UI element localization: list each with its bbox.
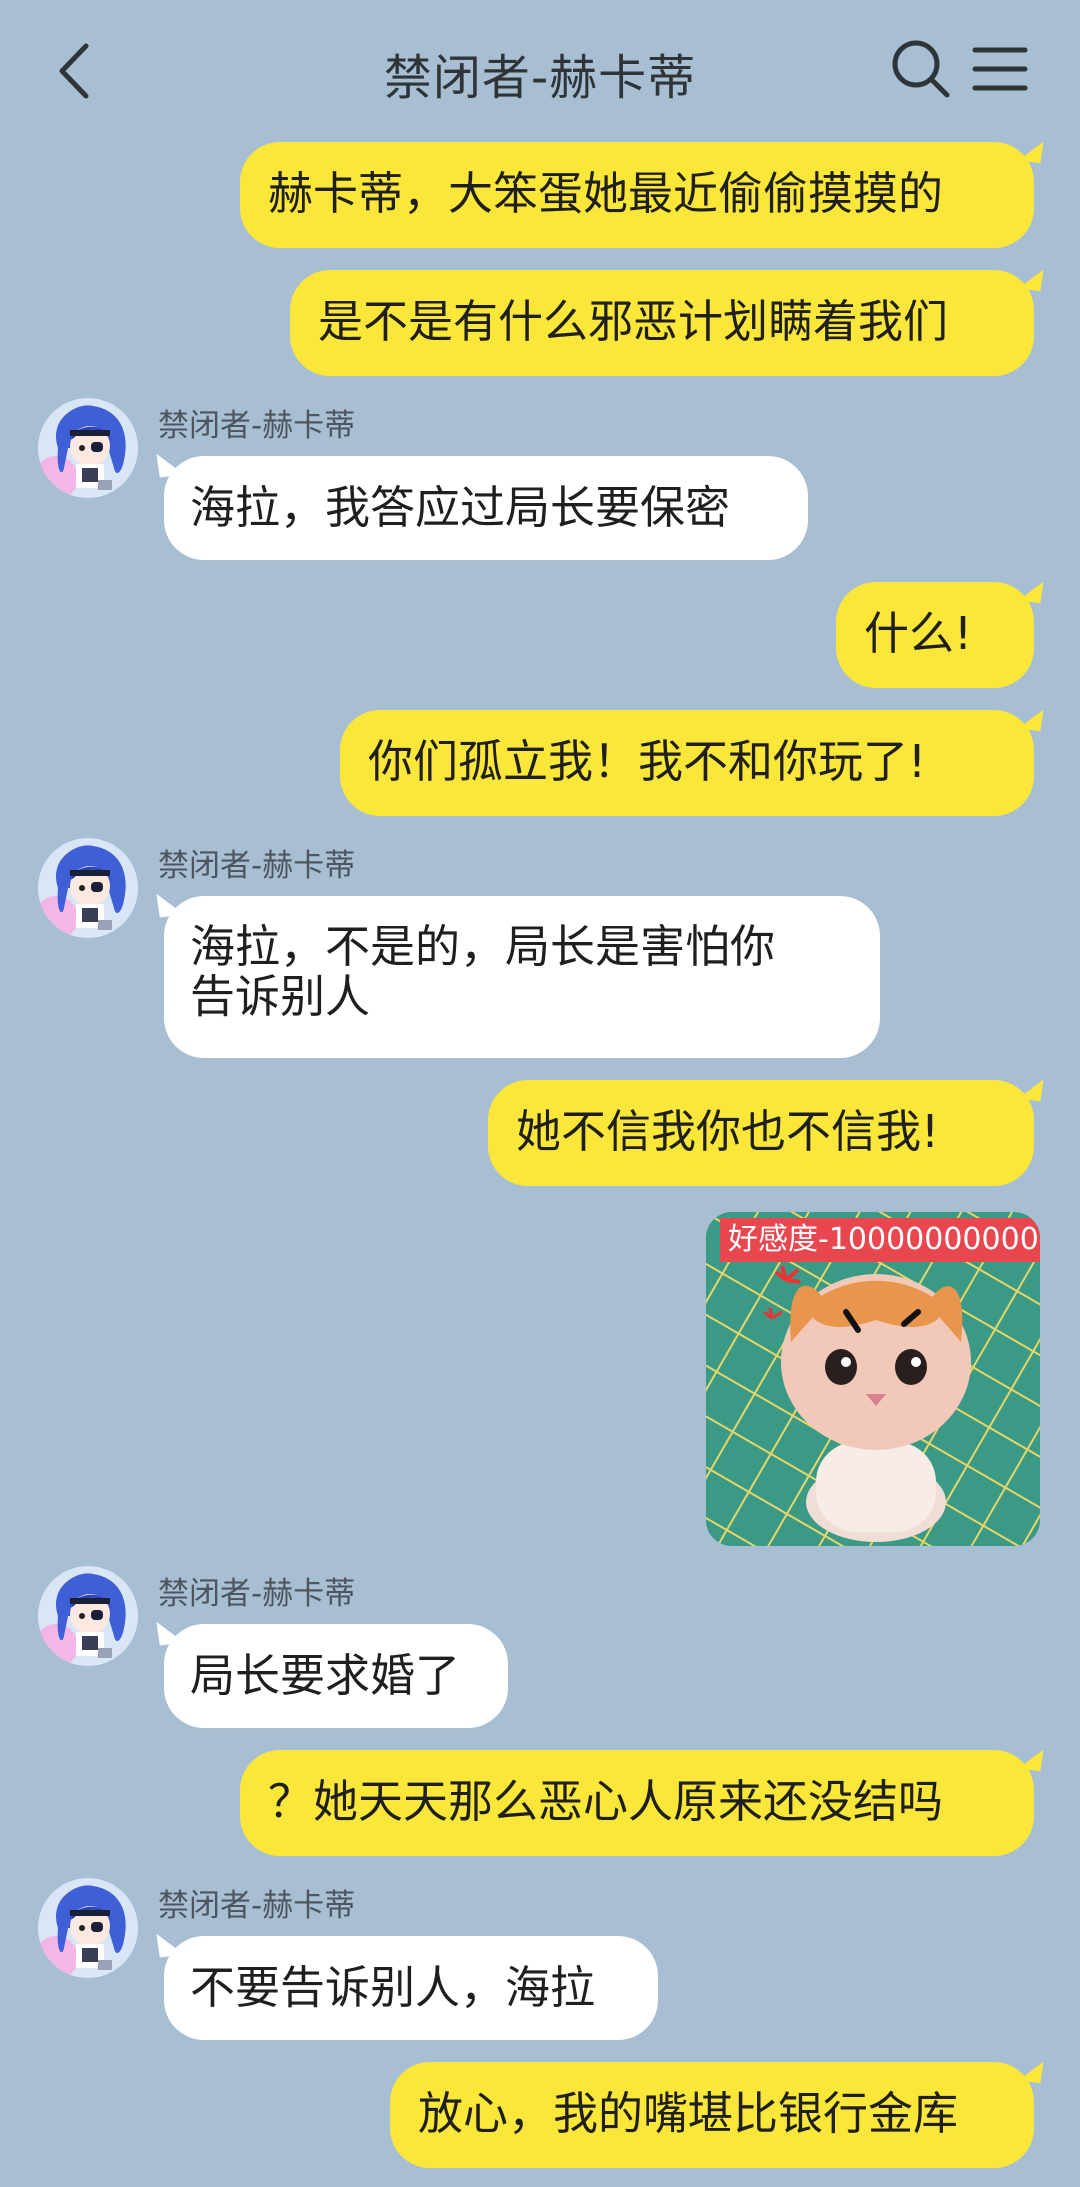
- outgoing-message[interactable]: ？她天天那么恶心人原来还没结吗: [240, 1750, 1034, 1856]
- outgoing-message[interactable]: 什么!: [836, 582, 1034, 688]
- avatar[interactable]: [38, 1566, 138, 1666]
- sender-name: 禁闭者-赫卡蒂: [158, 1576, 356, 1612]
- sticker-message[interactable]: 好感度-10000000000: [706, 1212, 1040, 1546]
- message-text: 你们孤立我！我不和你玩了!: [368, 735, 927, 788]
- message-text: 局长要求婚了: [190, 1649, 461, 1702]
- menu-icon: [972, 47, 1028, 91]
- outgoing-message[interactable]: 你们孤立我！我不和你玩了!: [340, 710, 1034, 816]
- avatar[interactable]: [38, 838, 138, 938]
- sticker-caption: 好感度-10000000000: [720, 1218, 1040, 1262]
- incoming-message[interactable]: 局长要求婚了: [164, 1624, 508, 1728]
- message-text: 海拉，我答应过局长要保密: [190, 481, 731, 534]
- message-text-line-1: 海拉，不是的，局长是害怕你: [190, 920, 776, 973]
- sender-name: 禁闭者-赫卡蒂: [158, 1888, 356, 1924]
- avatar[interactable]: [38, 1878, 138, 1978]
- message-text: ？她天天那么恶心人原来还没结吗: [268, 1775, 944, 1828]
- message-text: 是不是有什么邪恶计划瞒着我们: [318, 295, 949, 348]
- message-text: 她不信我你也不信我!: [516, 1105, 940, 1158]
- incoming-message[interactable]: 海拉，不是的，局长是害怕你 告诉别人: [164, 896, 880, 1058]
- search-button[interactable]: [890, 38, 952, 100]
- message-text-line-2: 告诉别人: [190, 970, 371, 1023]
- message-text: 不要告诉别人，海拉: [190, 1961, 596, 2014]
- sender-name: 禁闭者-赫卡蒂: [158, 408, 356, 444]
- menu-button[interactable]: [972, 44, 1028, 94]
- outgoing-message[interactable]: 是不是有什么邪恶计划瞒着我们: [290, 270, 1034, 376]
- crying-kitten-sticker: [706, 1212, 1040, 1546]
- search-icon: [892, 40, 950, 98]
- incoming-message[interactable]: 不要告诉别人，海拉: [164, 1936, 658, 2040]
- incoming-message[interactable]: 海拉，我答应过局长要保密: [164, 456, 808, 560]
- message-text: 放心，我的嘴堪比银行金库: [418, 2087, 959, 2140]
- sender-name: 禁闭者-赫卡蒂: [158, 848, 356, 884]
- chat-header: 禁闭者-赫卡蒂: [0, 0, 1080, 140]
- outgoing-message[interactable]: 赫卡蒂，大笨蛋她最近偷偷摸摸的: [240, 142, 1034, 248]
- message-text: 什么!: [864, 607, 973, 660]
- avatar[interactable]: [38, 398, 138, 498]
- outgoing-message[interactable]: 她不信我你也不信我!: [488, 1080, 1034, 1186]
- outgoing-message[interactable]: 放心，我的嘴堪比银行金库: [390, 2062, 1034, 2168]
- message-text: 赫卡蒂，大笨蛋她最近偷偷摸摸的: [268, 167, 944, 220]
